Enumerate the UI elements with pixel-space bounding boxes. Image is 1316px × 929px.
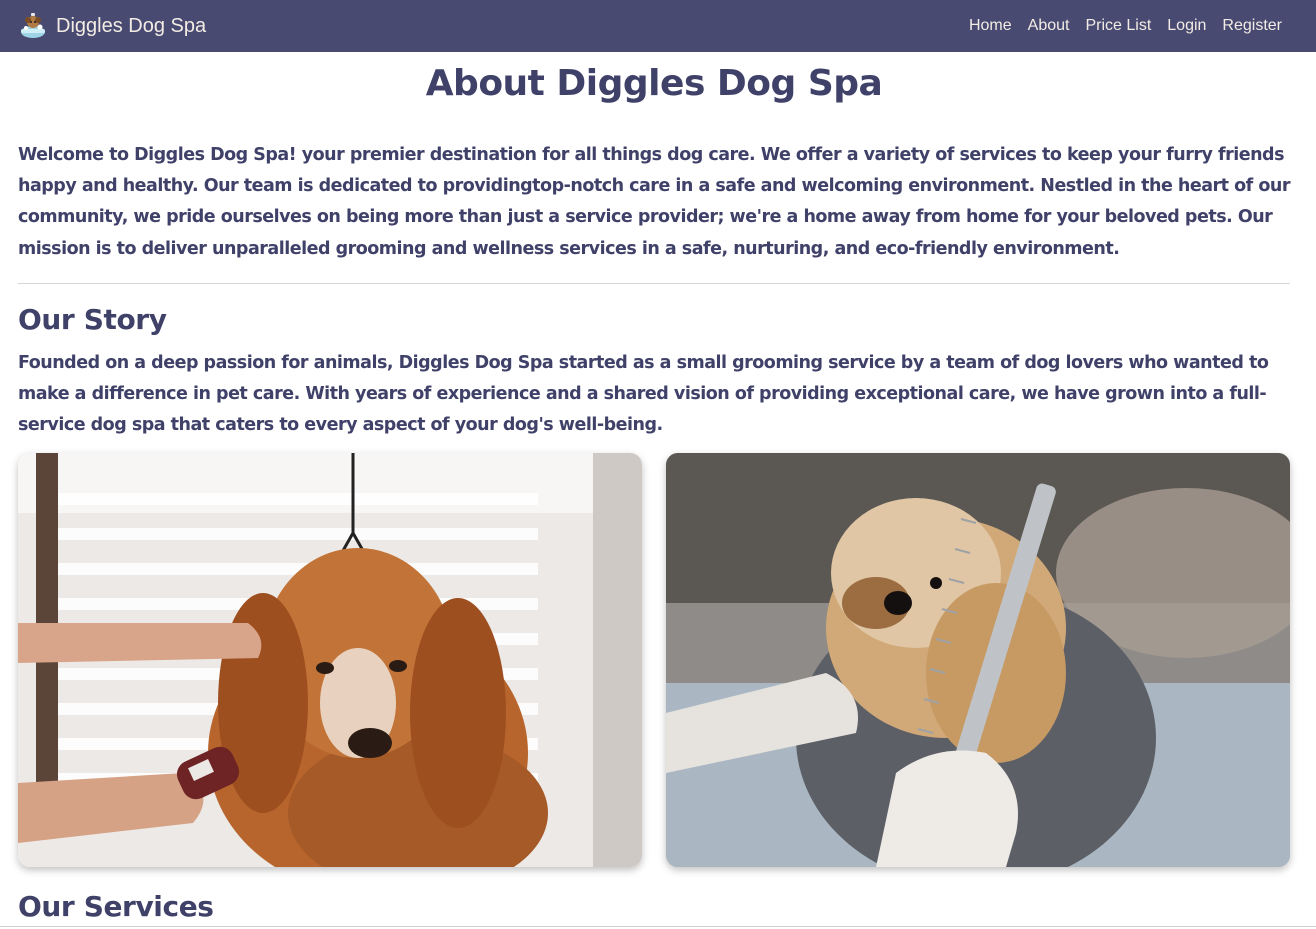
page-title: About Diggles Dog Spa xyxy=(425,63,883,104)
our-services-heading: Our Services xyxy=(18,890,214,923)
dog-bath-logo-icon xyxy=(21,13,45,38)
nav-price-list-link[interactable]: Price List xyxy=(1085,17,1151,35)
nav-home-link[interactable]: Home xyxy=(969,17,1012,35)
photo-gallery xyxy=(18,453,1290,867)
about-content: About Diggles Dog Spa Welcome to Diggles… xyxy=(18,52,1290,923)
nav-login-link[interactable]: Login xyxy=(1167,17,1206,35)
dog-brushing-photo xyxy=(18,453,642,867)
section-divider xyxy=(18,282,1290,284)
brand-link[interactable]: Diggles Dog Spa xyxy=(18,11,206,41)
main-nav: Home About Price List Login Register xyxy=(969,17,1298,35)
our-story-paragraph: Founded on a deep passion for animals, D… xyxy=(18,352,1269,436)
brand-name: Diggles Dog Spa xyxy=(56,14,207,37)
intro-paragraph: Welcome to Diggles Dog Spa! your premier… xyxy=(18,145,1290,259)
page-bottom-edge xyxy=(0,926,1316,927)
nav-about-link[interactable]: About xyxy=(1028,17,1070,35)
nav-register-link[interactable]: Register xyxy=(1222,17,1282,35)
dog-combing-photo xyxy=(666,453,1290,867)
top-navbar: Diggles Dog Spa Home About Price List Lo… xyxy=(0,0,1316,52)
our-story-heading: Our Story xyxy=(18,302,167,336)
